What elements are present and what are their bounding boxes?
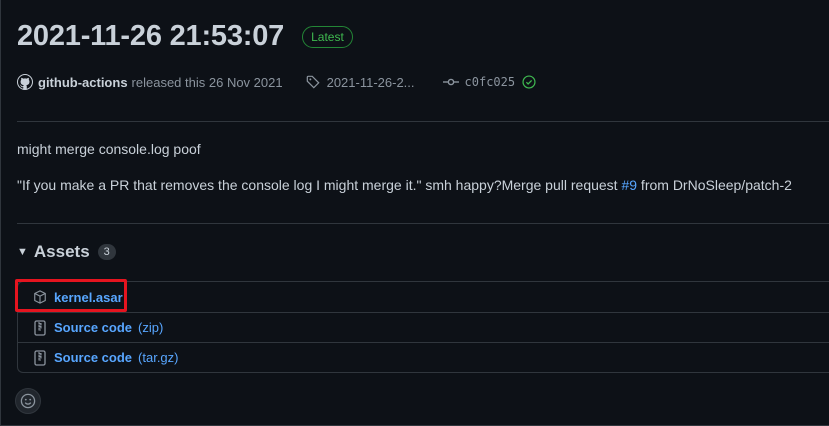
asset-sub: (tar.gz) xyxy=(138,350,179,365)
asset-link[interactable]: Source code xyxy=(54,320,132,335)
asset-row-source-tar-gz[interactable]: Source code (tar.gz) xyxy=(18,342,829,372)
notes-text-suffix: from DrNoSleep/patch-2 xyxy=(637,177,792,193)
asset-link[interactable]: kernel.asar xyxy=(54,290,123,305)
assets-title: Assets xyxy=(33,242,90,261)
notes-text-prefix: "If you make a PR that removes the conso… xyxy=(17,177,622,193)
assets-toggle[interactable]: ▼ Assets 3 xyxy=(17,242,116,262)
pull-request-link[interactable]: #9 xyxy=(621,177,637,193)
file-zip-icon xyxy=(32,349,48,366)
release-header: 2021-11-26 21:53:07 Latest xyxy=(17,20,353,53)
add-reaction-button[interactable] xyxy=(15,388,41,414)
caret-down-icon: ▼ xyxy=(17,246,28,258)
meta-divider xyxy=(17,121,829,122)
asset-row-source-zip[interactable]: Source code (zip) xyxy=(18,312,829,342)
tag-link[interactable]: 2021-11-26-2... xyxy=(305,74,415,90)
assets-count-badge: 3 xyxy=(97,244,116,260)
github-actions-avatar[interactable] xyxy=(17,74,33,90)
tag-icon xyxy=(305,74,321,90)
release-title[interactable]: 2021-11-26 21:53:07 xyxy=(17,20,284,53)
smiley-icon xyxy=(20,393,36,409)
verified-check-icon xyxy=(521,74,537,90)
release-notes-line-2: "If you make a PR that removes the conso… xyxy=(17,177,792,193)
latest-badge: Latest xyxy=(302,25,353,48)
github-logo-icon xyxy=(18,75,32,89)
asset-row-kernel-asar[interactable]: kernel.asar xyxy=(18,282,829,312)
asset-list: kernel.asar Source code (zip) Source cod… xyxy=(17,281,829,373)
git-commit-icon xyxy=(442,74,459,90)
notes-divider xyxy=(17,223,829,224)
asset-link[interactable]: Source code xyxy=(54,350,132,365)
asset-sub: (zip) xyxy=(138,320,164,335)
author-link[interactable]: github-actions xyxy=(38,75,128,90)
release-meta: github-actions released this 26 Nov 2021… xyxy=(17,74,537,90)
package-icon xyxy=(32,289,48,305)
release-card: 2021-11-26 21:53:07 Latest github-action… xyxy=(0,0,829,426)
tag-label: 2021-11-26-2... xyxy=(326,74,415,90)
released-text: released this 26 Nov 2021 xyxy=(131,74,283,90)
file-zip-icon xyxy=(32,319,48,336)
commit-link[interactable]: c0fc025 xyxy=(442,74,538,90)
release-notes-line-1: might merge console.log poof xyxy=(17,141,201,157)
commit-sha: c0fc025 xyxy=(464,75,516,89)
